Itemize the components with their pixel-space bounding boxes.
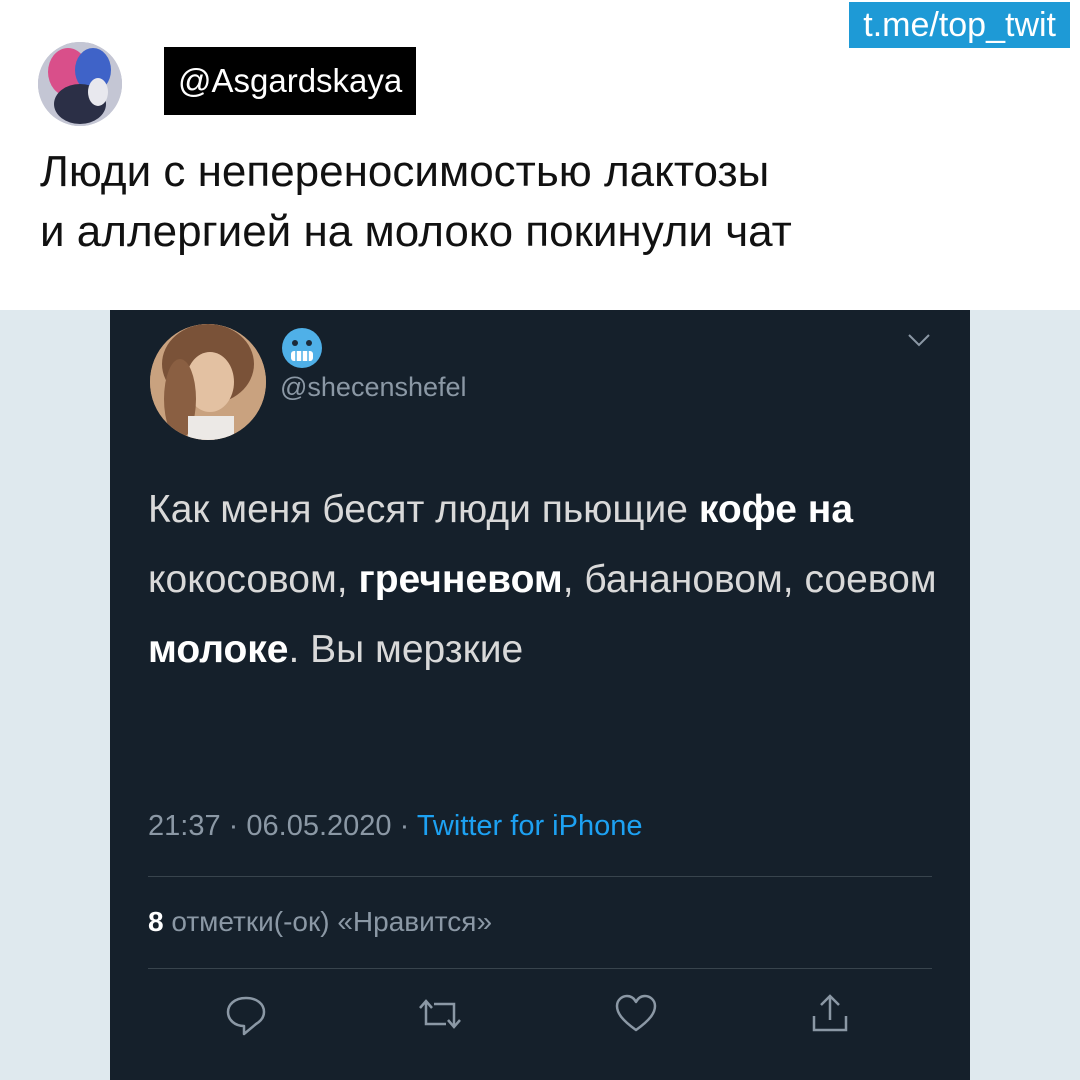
divider: [148, 968, 932, 969]
caption-line: и аллергией на молоко покинули чат: [40, 207, 792, 256]
tweet-time: 21:37: [148, 810, 221, 842]
tweet-text-bold: кофе на: [698, 488, 854, 531]
tweet-text-segment: Как меня бесят люди пьющие: [148, 488, 699, 531]
post-caption: Люди с непереносимостью лактозы и аллерг…: [40, 142, 1060, 262]
channel-tag[interactable]: t.me/top_twit: [849, 2, 1070, 48]
author-handle[interactable]: @Asgardskaya: [164, 47, 417, 115]
likes-summary[interactable]: 8 отметки(-ок) «Нравится»: [148, 906, 492, 938]
tweet-meta: 21:37 · 06.05.2020 · Twitter for iPhone: [148, 810, 642, 843]
meta-separator: ·: [399, 810, 410, 842]
tweet-source-link[interactable]: Twitter for iPhone: [417, 810, 643, 842]
tweet-text-segment: , банановом, соевом: [562, 558, 937, 601]
likes-label: отметки(-ок) «Нравится»: [171, 906, 493, 937]
cold-face-emoji-icon: [282, 328, 322, 368]
meta-separator: ·: [228, 810, 239, 842]
chevron-down-icon[interactable]: [906, 330, 932, 350]
retweet-icon[interactable]: [416, 990, 464, 1038]
like-icon[interactable]: [612, 990, 660, 1038]
tweet-screenshot: @shecenshefel Как меня бесят люди пьющие…: [110, 310, 970, 1080]
tweet-text: Как меня бесят люди пьющие кофе на кокос…: [148, 475, 948, 685]
post-header: t.me/top_twit @Asgardskaya Люди с непере…: [0, 0, 1080, 310]
tweet-handle[interactable]: @shecenshefel: [280, 372, 467, 403]
reply-icon[interactable]: [222, 990, 270, 1038]
tweet-text-bold: гречневом: [358, 558, 563, 601]
caption-line: Люди с непереносимостью лактозы: [40, 147, 770, 196]
tweet-text-bold: молоке: [148, 628, 289, 671]
avatar-image: [38, 42, 122, 126]
tweet-text-segment: кокосовом,: [148, 558, 359, 601]
tweet-avatar[interactable]: [150, 324, 266, 440]
likes-count: 8: [148, 906, 164, 937]
tweet-date: 06.05.2020: [246, 810, 392, 842]
avatar-image: [150, 324, 266, 440]
share-icon[interactable]: [806, 990, 854, 1038]
author-avatar[interactable]: [38, 42, 122, 126]
divider: [148, 876, 932, 877]
tweet-text-segment: . Вы мерзкие: [288, 628, 524, 671]
